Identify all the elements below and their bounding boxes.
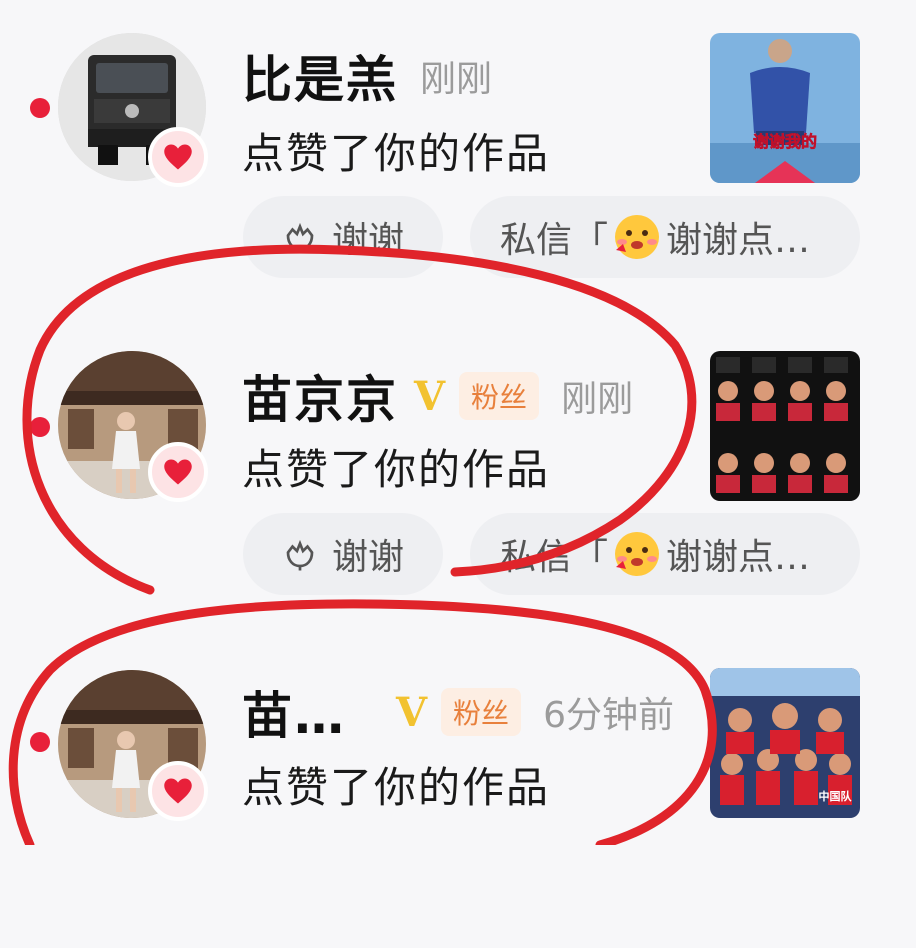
thanks-button[interactable]: 谢谢 [243, 196, 443, 278]
blush-emoji-icon [615, 215, 660, 259]
action-text: 点赞了你的作品 [242, 445, 551, 494]
team-poster-icon: 中国队 [710, 668, 860, 818]
user-name[interactable]: 苗京京 [242, 360, 398, 432]
heart-icon [164, 459, 192, 485]
timestamp: 6分钟前 [543, 695, 674, 736]
quick-message-button[interactable]: 私信「 谢谢点… [470, 513, 860, 595]
unread-dot [30, 417, 50, 437]
message-prefix: 私信「 [500, 220, 609, 261]
unread-dot [30, 98, 50, 118]
flower-icon [286, 222, 314, 254]
message-prefix: 私信「 [500, 537, 609, 578]
heart-icon [164, 144, 192, 170]
man-on-stage-icon: 谢谢我的 [710, 33, 860, 183]
video-thumbnail[interactable]: 中国队 [710, 668, 860, 818]
flower-icon [286, 539, 314, 571]
blush-emoji-icon [615, 532, 660, 576]
notification-item[interactable]: 苗京京 V 粉丝 刚刚 点赞了你的作品 谢谢 私信「 谢谢点… [0, 316, 916, 632]
action-text: 点赞了你的作品 [242, 763, 551, 812]
notification-item[interactable]: 比是羔 刚刚 点赞了你的作品 谢谢我的 谢谢 私信「 谢谢点… [0, 0, 916, 316]
verified-icon: V [414, 372, 446, 420]
like-badge [148, 442, 208, 502]
fan-badge: 粉丝 [441, 688, 522, 736]
message-text: 谢谢点… [666, 220, 811, 261]
video-thumbnail[interactable] [710, 351, 860, 501]
fan-badge: 粉丝 [459, 372, 540, 420]
name-line: 苗京京 V 粉丝 刚刚 [242, 364, 634, 429]
notification-item[interactable]: 苗… V 粉丝 6分钟前 点赞了你的作品 中国队 [0, 632, 916, 948]
user-name[interactable]: 苗… [242, 676, 346, 748]
player-grid-icon [710, 351, 860, 501]
thanks-button[interactable]: 谢谢 [243, 513, 443, 595]
svg-text:中国队: 中国队 [819, 789, 853, 803]
unread-dot [30, 732, 50, 752]
name-line: 苗… V 粉丝 6分钟前 [242, 680, 674, 745]
svg-text:谢谢我的: 谢谢我的 [753, 132, 817, 151]
quick-message-button[interactable]: 私信「 谢谢点… [470, 196, 860, 278]
heart-icon [164, 778, 192, 804]
message-text: 谢谢点… [666, 537, 811, 578]
timestamp: 刚刚 [420, 59, 493, 100]
user-name[interactable]: 比是羔 [242, 40, 398, 112]
name-line: 比是羔 刚刚 [242, 44, 493, 109]
like-badge [148, 127, 208, 187]
action-text: 点赞了你的作品 [242, 129, 551, 178]
thanks-label: 谢谢 [331, 220, 404, 261]
like-badge [148, 761, 208, 821]
video-thumbnail[interactable]: 谢谢我的 [710, 33, 860, 183]
verified-icon: V [396, 688, 428, 736]
thanks-label: 谢谢 [331, 537, 404, 578]
timestamp: 刚刚 [561, 379, 634, 420]
